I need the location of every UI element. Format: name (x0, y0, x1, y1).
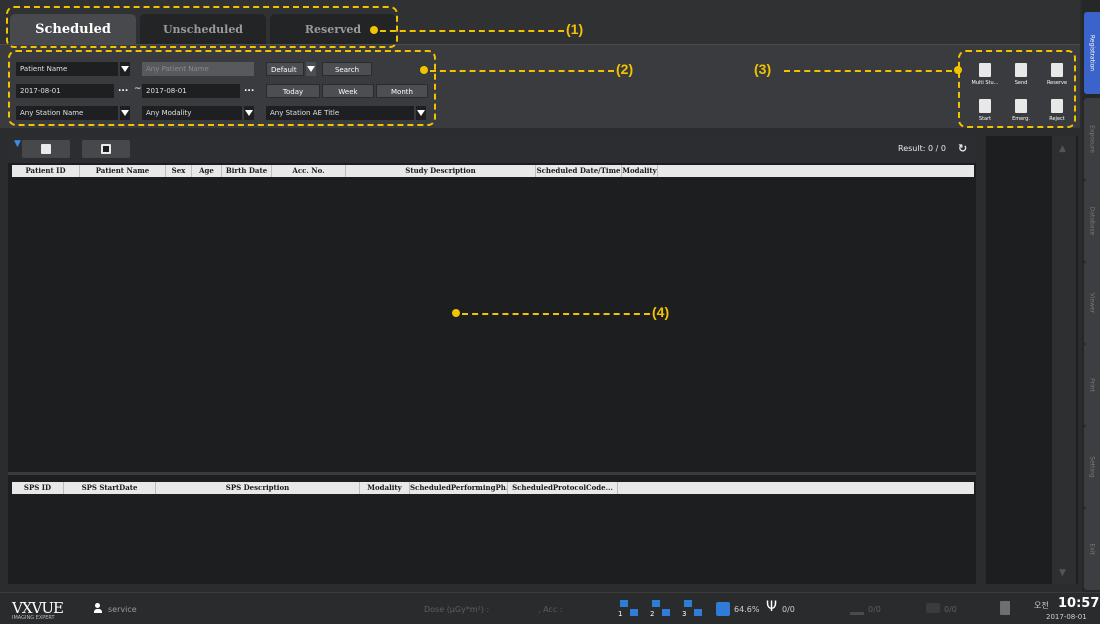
column-scheduled-date-time[interactable]: Scheduled Date/Time (536, 165, 622, 177)
transfer-count: 0/0 (868, 605, 881, 614)
usb-icon: Ψ (766, 599, 778, 615)
column-sps-modality[interactable]: Modality (360, 482, 410, 494)
column-modality[interactable]: Modality (622, 165, 658, 177)
disk-icon (716, 602, 730, 616)
annotation-line-2 (430, 70, 614, 72)
column-study-description[interactable]: Study Description (346, 165, 536, 177)
print-count: 0/0 (944, 605, 957, 614)
refresh-icon[interactable]: ↻ (958, 142, 967, 155)
annotation-line-4 (462, 313, 650, 315)
disk-usage: 64.6% (734, 605, 760, 614)
printer-icon (926, 603, 940, 613)
side-tab-database[interactable]: Database (1084, 180, 1100, 262)
scroll-up-icon[interactable]: ▲ (1059, 144, 1066, 154)
worklist-toolbar: ▼ Result: 0 / 0 ↻ (8, 136, 976, 163)
column-sps-description[interactable]: SPS Description (156, 482, 360, 494)
annotation-box-2 (8, 50, 436, 126)
side-tab-label: Exposure (1088, 125, 1096, 153)
column-acc-no[interactable]: Acc. No. (272, 165, 346, 177)
side-tab-label: Viewer (1088, 292, 1096, 314)
side-tab-label: Setting (1088, 456, 1096, 478)
column-sex[interactable]: Sex (166, 165, 192, 177)
worklist-header: Patient ID Patient Name Sex Age Birth Da… (12, 165, 974, 177)
usb-count: 0/0 (782, 605, 795, 614)
patient-view-icon (101, 144, 111, 154)
side-tab-label: Exit (1088, 543, 1096, 555)
monitor-number: 3 (682, 610, 687, 618)
column-sps-startdate[interactable]: SPS StartDate (64, 482, 156, 494)
side-tab-registration[interactable]: Registration (1084, 12, 1100, 94)
user-icon (94, 603, 102, 613)
log-icon[interactable] (1000, 601, 1010, 615)
result-count: Result: 0 / 0 (898, 144, 946, 153)
side-tab-label: Database (1088, 206, 1096, 236)
annotation-label-1: (1) (566, 21, 584, 37)
patient-view-button[interactable] (82, 140, 130, 158)
annotation-dot-4 (452, 309, 460, 317)
clock-ampm: 오전 (1034, 601, 1049, 610)
dose-label: Dose (µGy*m²) : (424, 605, 490, 614)
column-patient-name[interactable]: Patient Name (80, 165, 166, 177)
column-scheduled-performing-physician[interactable]: ScheduledPerformingPh... (410, 482, 508, 494)
monitor-number: 1 (618, 610, 623, 618)
column-patient-id[interactable]: Patient ID (12, 165, 80, 177)
study-view-icon (41, 144, 51, 154)
side-tab-exposure[interactable]: Exposure (1084, 98, 1100, 180)
column-sps-id[interactable]: SPS ID (12, 482, 64, 494)
status-bar: VXVUE IMAGING EXPERT service Dose (µGy*m… (0, 592, 1100, 624)
side-tab-exit[interactable]: Exit (1084, 508, 1100, 590)
side-tab-label: Print (1088, 378, 1096, 392)
column-age[interactable]: Age (192, 165, 222, 177)
annotation-label-3: (3) (754, 61, 772, 77)
sps-header: SPS ID SPS StartDate SPS Description Mod… (12, 482, 974, 494)
annotation-line-1 (380, 30, 564, 32)
column-scheduled-protocol-code[interactable]: ScheduledProtocolCode... (508, 482, 618, 494)
annotation-label-4: (4) (652, 304, 670, 320)
app-logo-subtitle: IMAGING EXPERT (12, 615, 55, 621)
thumbnail-scrollbar[interactable]: ▲ ▼ (1052, 136, 1076, 584)
acc-label: , Acc : (538, 605, 563, 614)
study-view-button[interactable] (22, 140, 70, 158)
annotation-dot-1 (370, 26, 378, 34)
annotation-label-2: (2) (616, 61, 634, 77)
annotation-box-3 (958, 50, 1076, 128)
clock-date: 2017-08-01 (1046, 613, 1087, 621)
side-tab-viewer[interactable]: Viewer (1084, 262, 1100, 344)
monitor-1-icon[interactable]: 1 (618, 600, 640, 618)
side-nav: Registration Exposure Database Viewer Pr… (1082, 0, 1100, 592)
side-tab-print[interactable]: Print (1084, 344, 1100, 426)
monitor-3-icon[interactable]: 3 (682, 600, 704, 618)
monitor-number: 2 (650, 610, 655, 618)
current-user: service (108, 605, 137, 614)
clock-time: 10:57 (1058, 596, 1100, 611)
side-tab-label: Registration (1088, 34, 1096, 72)
monitor-2-icon[interactable]: 2 (650, 600, 672, 618)
splitter[interactable] (8, 472, 976, 475)
annotation-line-3 (784, 70, 952, 72)
filter-funnel-icon[interactable]: ▼ (14, 139, 21, 149)
annotation-box-1 (6, 6, 398, 48)
transfer-icon (850, 603, 864, 615)
annotation-dot-2 (420, 66, 428, 74)
scroll-down-icon[interactable]: ▼ (1059, 568, 1066, 578)
column-birth-date[interactable]: Birth Date (222, 165, 272, 177)
side-tab-setting[interactable]: Setting (1084, 426, 1100, 508)
worklist-panel (8, 136, 976, 584)
